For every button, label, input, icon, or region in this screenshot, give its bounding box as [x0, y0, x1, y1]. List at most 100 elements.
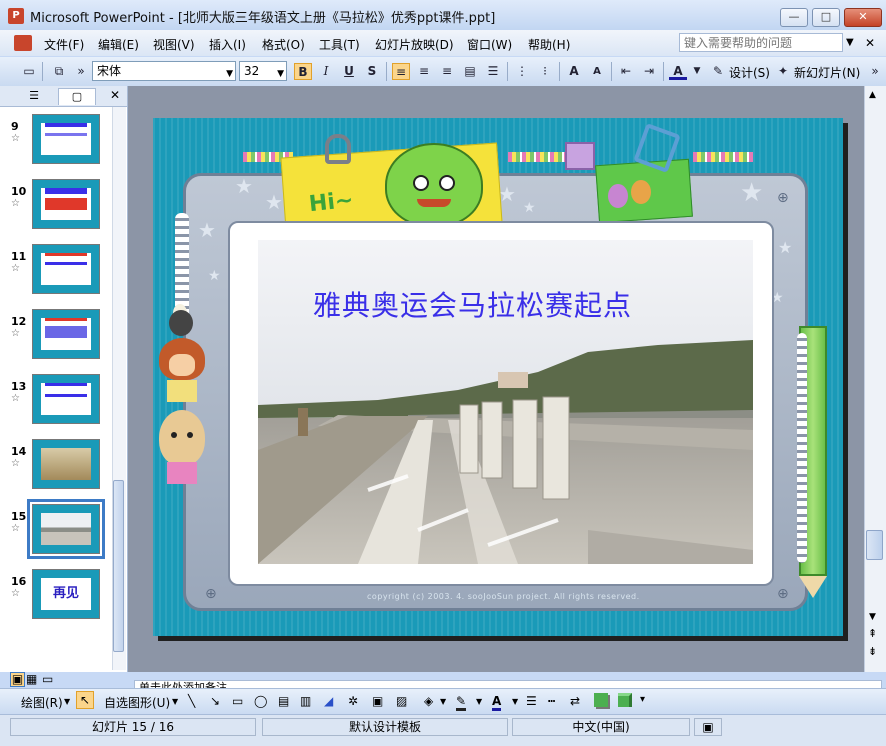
increase-font-icon[interactable]: A: [565, 63, 583, 80]
menu-insert[interactable]: 插入(I): [209, 36, 246, 53]
toolbar-options-icon[interactable]: ▾: [640, 694, 645, 705]
star-icon: ☆: [11, 263, 20, 274]
vertical-scrollbar-thumb[interactable]: [866, 530, 883, 560]
underline-button[interactable]: U: [340, 63, 358, 80]
align-right-icon[interactable]: ≡: [438, 63, 456, 80]
font-name-select[interactable]: 宋体 ▼: [92, 61, 236, 81]
menu-edit[interactable]: 编辑(E): [98, 36, 139, 53]
design-icon[interactable]: ✎: [709, 63, 727, 80]
powerpoint-app-icon[interactable]: P: [8, 8, 24, 24]
spelling-status-icon: ▣: [694, 718, 722, 736]
screw-icon: ⊕: [777, 190, 789, 206]
close-button[interactable]: ✕: [844, 8, 882, 27]
picture-icon[interactable]: ▨: [396, 694, 407, 708]
thumbnail-scrollbar-thumb[interactable]: [113, 480, 124, 652]
vertical-textbox-icon[interactable]: ▥: [300, 694, 311, 708]
copy-icon[interactable]: ⧉: [50, 63, 68, 80]
tab-slides[interactable]: ▢: [58, 88, 96, 105]
align-center-icon[interactable]: ≡: [415, 63, 433, 80]
chevron-down-icon[interactable]: ▼: [688, 63, 706, 80]
slide-title[interactable]: 雅典奥运会马拉松赛起点: [313, 284, 632, 324]
menu-slideshow[interactable]: 幻灯片放映(D): [375, 36, 454, 53]
scroll-up-icon[interactable]: ▲: [869, 90, 876, 100]
toolbar-options-icon[interactable]: »: [866, 63, 884, 80]
help-search-input[interactable]: 键入需要帮助的问题: [679, 33, 843, 52]
toolbar-options-icon[interactable]: »: [72, 63, 90, 80]
font-color-icon[interactable]: A: [492, 694, 502, 711]
minimize-button[interactable]: —: [780, 8, 808, 27]
distribute-icon[interactable]: ▤: [461, 63, 479, 80]
dash-style-icon[interactable]: ┅: [548, 694, 555, 708]
wordart-icon[interactable]: ◢: [324, 694, 333, 708]
line-spacing-icon[interactable]: ☰: [484, 63, 502, 80]
decrease-font-icon[interactable]: A: [588, 63, 606, 80]
menu-window[interactable]: 窗口(W): [467, 36, 512, 53]
slide-thumbnail-9[interactable]: [32, 114, 100, 164]
normal-view-icon[interactable]: ▣: [10, 672, 25, 687]
maximize-button[interactable]: □: [812, 8, 840, 27]
chevron-down-icon[interactable]: ▼: [846, 37, 854, 48]
italic-button[interactable]: I: [317, 63, 335, 80]
next-slide-icon[interactable]: ⇟: [868, 645, 877, 658]
menu-file[interactable]: 文件(F): [44, 36, 84, 53]
chevron-down-icon[interactable]: ▼: [172, 697, 178, 706]
scroll-down-icon[interactable]: ▼: [869, 612, 876, 622]
bullets-icon[interactable]: ⁝: [536, 63, 554, 80]
slide-number: 13: [11, 380, 27, 393]
slide-thumbnail-11[interactable]: [32, 244, 100, 294]
numbering-icon[interactable]: ⋮: [513, 63, 531, 80]
new-slide-button[interactable]: 新幻灯片(N): [794, 64, 860, 81]
menu-view[interactable]: 视图(V): [153, 36, 195, 53]
menu-tools[interactable]: 工具(T): [319, 36, 360, 53]
slide-canvas[interactable]: ★ ★ ★ ★ ★ ★ ★ ★ ★ Hi~ ⊕ ⊕ ⊕ 雅典奥运会马拉松赛起点 …: [153, 118, 843, 636]
align-left-icon[interactable]: ≡: [392, 63, 410, 80]
increase-indent-icon[interactable]: ⇥: [640, 63, 658, 80]
previous-slide-icon[interactable]: ⇞: [868, 627, 877, 640]
draw-menu-button[interactable]: 绘图(R): [21, 694, 63, 711]
document-icon[interactable]: [14, 35, 32, 51]
document-close-button[interactable]: ✕: [865, 36, 875, 50]
chevron-down-icon[interactable]: ▼: [512, 697, 518, 706]
rectangle-tool-icon[interactable]: ▭: [232, 694, 243, 708]
slide-thumbnail-10[interactable]: [32, 179, 100, 229]
shadow-button[interactable]: S: [363, 63, 381, 80]
bold-button[interactable]: B: [294, 63, 312, 80]
3d-style-icon[interactable]: [618, 693, 632, 707]
menu-help[interactable]: 帮助(H): [528, 36, 570, 53]
vertical-scrollbar[interactable]: [864, 86, 886, 672]
tab-outline[interactable]: ☰: [16, 88, 52, 104]
star-icon: ☆: [11, 588, 20, 599]
diagram-icon[interactable]: ✲: [348, 694, 358, 708]
textbox-tool-icon[interactable]: ▤: [278, 694, 289, 708]
slide-thumbnail-16[interactable]: 再见: [32, 569, 100, 619]
slide-thumbnail-15[interactable]: [27, 499, 105, 559]
menu-format[interactable]: 格式(O): [262, 36, 305, 53]
font-color-icon[interactable]: A: [669, 63, 687, 80]
slide-thumbnail-13[interactable]: [32, 374, 100, 424]
oval-tool-icon[interactable]: ◯: [254, 694, 267, 708]
chevron-down-icon[interactable]: ▼: [440, 697, 446, 706]
fill-color-icon[interactable]: ◈: [424, 694, 433, 708]
new-slide-icon[interactable]: ✦: [774, 63, 792, 80]
slide-thumbnail-14[interactable]: [32, 439, 100, 489]
chevron-down-icon[interactable]: ▼: [64, 697, 70, 706]
arrow-style-icon[interactable]: ⇄: [570, 694, 580, 708]
green-character-decoration: [385, 143, 483, 227]
slide-sorter-icon[interactable]: ▦: [26, 672, 37, 686]
pane-close-button[interactable]: ✕: [110, 88, 120, 102]
design-button[interactable]: 设计(S): [729, 64, 770, 81]
select-pointer-icon[interactable]: ↖: [76, 691, 94, 709]
line-tool-icon[interactable]: ╲: [188, 694, 195, 708]
slide-thumbnail-12[interactable]: [32, 309, 100, 359]
chevron-down-icon[interactable]: ▼: [476, 697, 482, 706]
line-color-icon[interactable]: ✎: [456, 694, 467, 711]
arrow-tool-icon[interactable]: ↘: [210, 694, 220, 708]
shadow-style-icon[interactable]: [594, 693, 608, 707]
slideshow-icon[interactable]: ▭: [42, 672, 53, 686]
font-size-select[interactable]: 32 ▼: [239, 61, 287, 81]
decrease-indent-icon[interactable]: ⇤: [617, 63, 635, 80]
new-document-icon[interactable]: ▭: [20, 63, 38, 80]
autoshapes-button[interactable]: 自选图形(U): [104, 694, 170, 711]
clipart-icon[interactable]: ▣: [372, 694, 383, 708]
line-style-icon[interactable]: ☰: [526, 694, 537, 708]
